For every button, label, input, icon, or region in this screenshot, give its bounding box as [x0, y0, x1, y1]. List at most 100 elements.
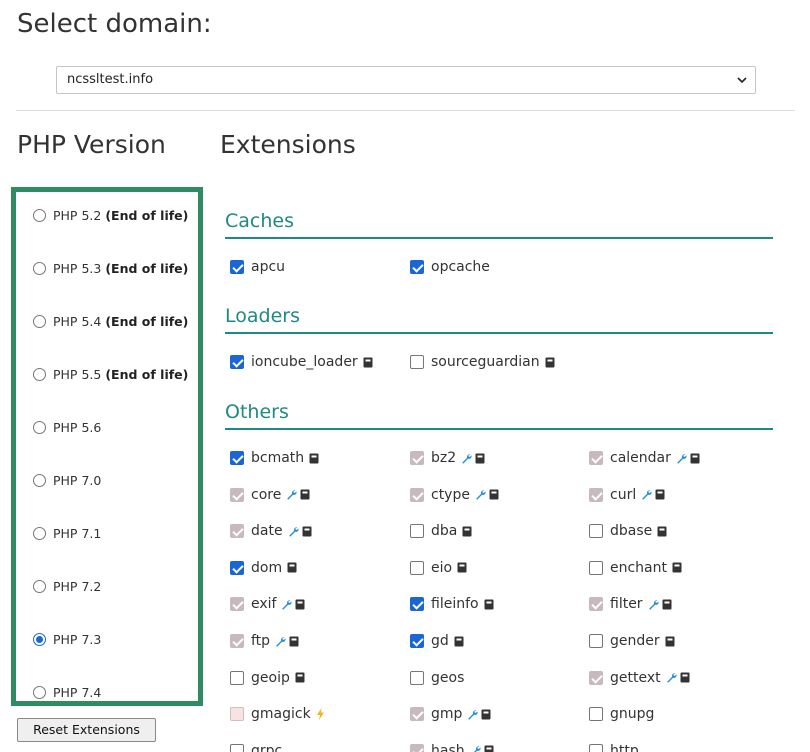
extension-checkbox[interactable] — [410, 597, 424, 612]
php-version-option[interactable]: PHP 7.1 — [33, 524, 101, 542]
extension-ctype[interactable]: ctype — [410, 486, 499, 504]
extension-gmp[interactable]: gmp — [410, 705, 491, 723]
book-icon[interactable] — [489, 489, 499, 500]
extension-checkbox[interactable] — [410, 487, 424, 502]
extension-geos[interactable]: geos — [410, 669, 464, 687]
extension-checkbox[interactable] — [230, 355, 244, 369]
book-icon[interactable] — [287, 562, 297, 573]
php-version-radio[interactable] — [33, 367, 46, 381]
extension-checkbox[interactable] — [230, 451, 244, 465]
extension-apcu[interactable]: apcu — [230, 258, 285, 276]
extension-checkbox[interactable] — [230, 670, 244, 685]
extension-checkbox[interactable] — [410, 560, 424, 575]
extension-bcmath[interactable]: bcmath — [230, 449, 319, 467]
extension-checkbox[interactable] — [589, 634, 603, 648]
book-icon[interactable] — [302, 526, 312, 537]
book-icon[interactable] — [690, 453, 700, 464]
extension-checkbox[interactable] — [230, 634, 244, 648]
book-icon[interactable] — [462, 526, 472, 537]
book-icon[interactable] — [475, 453, 485, 464]
extension-hash[interactable]: hash — [410, 742, 494, 752]
extension-checkbox[interactable] — [230, 524, 244, 539]
php-version-radio[interactable] — [33, 685, 46, 699]
php-version-option[interactable]: PHP 5.5 (End of life) — [33, 365, 188, 383]
php-version-radio[interactable] — [33, 632, 46, 646]
extension-checkbox[interactable] — [589, 451, 603, 465]
extension-checkbox[interactable] — [230, 260, 244, 274]
extension-checkbox[interactable] — [410, 524, 424, 539]
extension-eio[interactable]: eio — [410, 559, 467, 577]
book-icon[interactable] — [545, 357, 555, 368]
extension-fileinfo[interactable]: fileinfo — [410, 595, 494, 613]
extension-checkbox[interactable] — [589, 670, 603, 685]
extension-checkbox[interactable] — [410, 634, 424, 648]
extension-calendar[interactable]: calendar — [589, 449, 700, 467]
extension-dom[interactable]: dom — [230, 559, 297, 577]
php-version-radio[interactable] — [33, 579, 46, 593]
extension-dbase[interactable]: dbase — [589, 522, 667, 540]
book-icon[interactable] — [484, 599, 494, 610]
extension-checkbox[interactable] — [410, 670, 424, 685]
book-icon[interactable] — [481, 709, 491, 720]
php-version-option[interactable]: PHP 5.2 (End of life) — [33, 206, 188, 224]
php-version-option[interactable]: PHP 7.0 — [33, 471, 101, 489]
extension-opcache[interactable]: opcache — [410, 258, 490, 276]
extension-checkbox[interactable] — [230, 707, 244, 722]
book-icon[interactable] — [655, 489, 665, 500]
extension-curl[interactable]: curl — [589, 486, 665, 504]
extension-checkbox[interactable] — [230, 743, 244, 752]
extension-bz2[interactable]: bz2 — [410, 449, 485, 467]
php-version-option[interactable]: PHP 5.6 — [33, 418, 101, 436]
php-version-radio[interactable] — [33, 420, 46, 434]
extension-gettext[interactable]: gettext — [589, 669, 690, 687]
php-version-radio[interactable] — [33, 261, 46, 275]
extension-checkbox[interactable] — [230, 487, 244, 502]
extension-checkbox[interactable] — [589, 524, 603, 539]
extension-date[interactable]: date — [230, 522, 312, 540]
extension-gender[interactable]: gender — [589, 632, 675, 650]
extension-checkbox[interactable] — [230, 597, 244, 612]
extension-checkbox[interactable] — [410, 260, 424, 274]
php-version-option[interactable]: PHP 5.3 (End of life) — [33, 259, 188, 277]
book-icon[interactable] — [309, 453, 319, 464]
reset-extensions-button[interactable]: Reset Extensions — [17, 718, 156, 742]
extension-exif[interactable]: exif — [230, 595, 305, 613]
extension-checkbox[interactable] — [589, 597, 603, 612]
extension-gd[interactable]: gd — [410, 632, 464, 650]
php-version-option[interactable]: PHP 7.2 — [33, 577, 101, 595]
extension-checkbox[interactable] — [410, 355, 424, 369]
php-version-option[interactable]: PHP 7.3 — [33, 630, 101, 648]
book-icon[interactable] — [295, 672, 305, 683]
extension-checkbox[interactable] — [410, 743, 424, 752]
extension-core[interactable]: core — [230, 486, 310, 504]
book-icon[interactable] — [300, 489, 310, 500]
extension-checkbox[interactable] — [589, 743, 603, 752]
extension-geoip[interactable]: geoip — [230, 669, 305, 687]
book-icon[interactable] — [657, 526, 667, 537]
php-version-radio[interactable] — [33, 208, 46, 222]
book-icon[interactable] — [680, 672, 690, 683]
extension-filter[interactable]: filter — [589, 595, 672, 613]
extension-ioncube_loader[interactable]: ioncube_loader — [230, 353, 373, 371]
extension-checkbox[interactable] — [589, 487, 603, 502]
book-icon[interactable] — [454, 636, 464, 647]
extension-checkbox[interactable] — [589, 707, 603, 722]
book-icon[interactable] — [457, 562, 467, 573]
php-version-option[interactable]: PHP 5.4 (End of life) — [33, 312, 188, 330]
book-icon[interactable] — [363, 357, 373, 368]
domain-select[interactable]: ncssltest.info — [56, 66, 756, 94]
php-version-radio[interactable] — [33, 473, 46, 487]
extension-checkbox[interactable] — [589, 560, 603, 575]
extension-gmagick[interactable]: gmagick — [230, 705, 325, 723]
php-version-option[interactable]: PHP 7.4 — [33, 683, 101, 701]
extension-checkbox[interactable] — [230, 560, 244, 575]
php-version-radio[interactable] — [33, 526, 46, 540]
book-icon[interactable] — [662, 599, 672, 610]
extension-checkbox[interactable] — [410, 451, 424, 465]
extension-checkbox[interactable] — [410, 707, 424, 722]
php-version-radio[interactable] — [33, 314, 46, 328]
extension-ftp[interactable]: ftp — [230, 632, 299, 650]
book-icon[interactable] — [484, 745, 494, 752]
extension-dba[interactable]: dba — [410, 522, 472, 540]
extension-grpc[interactable]: grpc — [230, 742, 282, 752]
